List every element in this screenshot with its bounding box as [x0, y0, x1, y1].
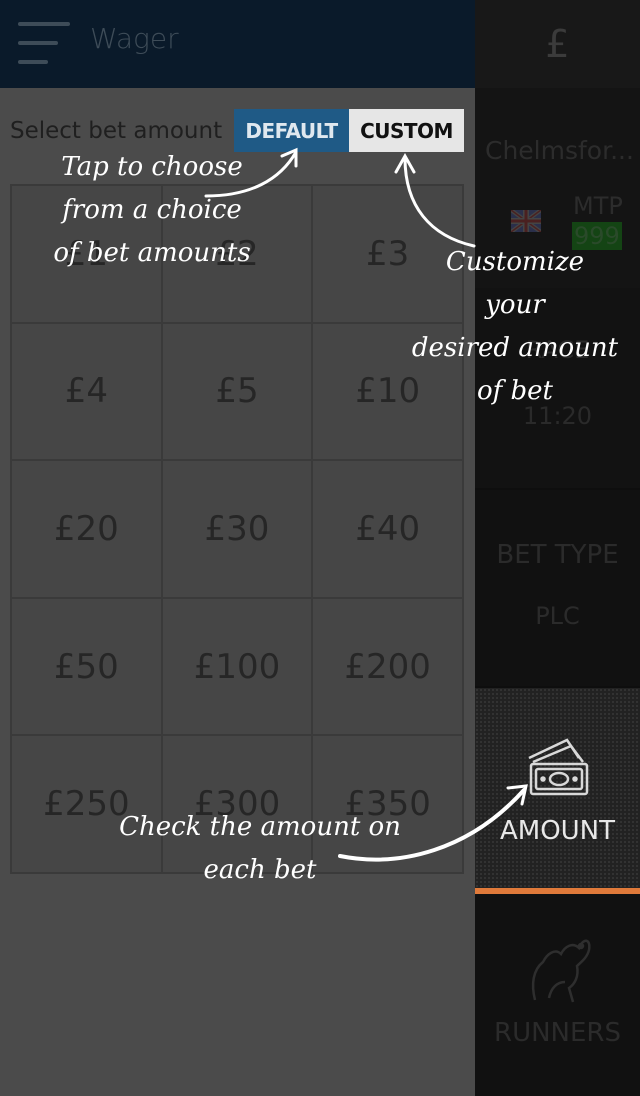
amount-option[interactable]: £200: [312, 597, 463, 736]
bet-type-tab[interactable]: BET TYPE PLC: [475, 490, 640, 686]
annotation-line: your: [485, 290, 545, 320]
amount-option[interactable]: £40: [312, 460, 463, 598]
default-hint-annotation: Tap to choose from a choice of bet amoun…: [22, 146, 282, 275]
annotation-line: Tap to choose: [61, 152, 243, 182]
amount-label: AMOUNT: [499, 816, 616, 846]
annotation-line: of bet amounts: [53, 238, 251, 268]
annotation-line: each bet: [203, 855, 317, 885]
runners-tab[interactable]: RUNNERS: [475, 894, 640, 1096]
custom-toggle-button[interactable]: CUSTOM: [349, 109, 464, 152]
amount-option[interactable]: £4: [11, 322, 162, 461]
page-title: Wager: [90, 22, 179, 55]
amount-option[interactable]: £30: [161, 460, 313, 598]
mtp-label: MTP: [573, 192, 623, 220]
top-bar: Wager: [0, 0, 475, 88]
hamburger-menu-icon[interactable]: [18, 22, 72, 66]
money-stack-icon: [528, 738, 589, 796]
amount-tab[interactable]: AMOUNT: [475, 688, 640, 888]
runners-label: RUNNERS: [494, 1018, 621, 1048]
amount-hint-annotation: Check the amount on each bet: [80, 806, 440, 892]
bet-type-label: BET TYPE: [496, 540, 619, 570]
annotation-line: from a choice: [62, 195, 242, 225]
annotation-line: Customize: [445, 247, 585, 277]
bet-type-value: PLC: [535, 602, 580, 630]
track-name: Chelmsfor...: [485, 136, 634, 165]
annotation-line: Check the amount on: [119, 812, 401, 842]
uk-flag-icon: [511, 210, 541, 232]
amount-option[interactable]: £20: [11, 460, 162, 598]
amount-option[interactable]: £50: [11, 597, 162, 736]
amount-option[interactable]: £5: [161, 322, 313, 461]
custom-hint-annotation: Customize your desired amount of bet: [395, 241, 635, 413]
annotation-line: desired amount: [411, 333, 619, 363]
race-side-panel: £ Chelmsfor... MTP 999 RACE 11:20 BET TY…: [475, 0, 640, 1096]
amount-option[interactable]: £100: [161, 597, 313, 736]
horse-racing-icon: [531, 939, 591, 1003]
select-bet-amount-label: Select bet amount: [10, 118, 223, 144]
currency-button[interactable]: £: [475, 0, 640, 88]
annotation-line: of bet: [476, 376, 554, 406]
